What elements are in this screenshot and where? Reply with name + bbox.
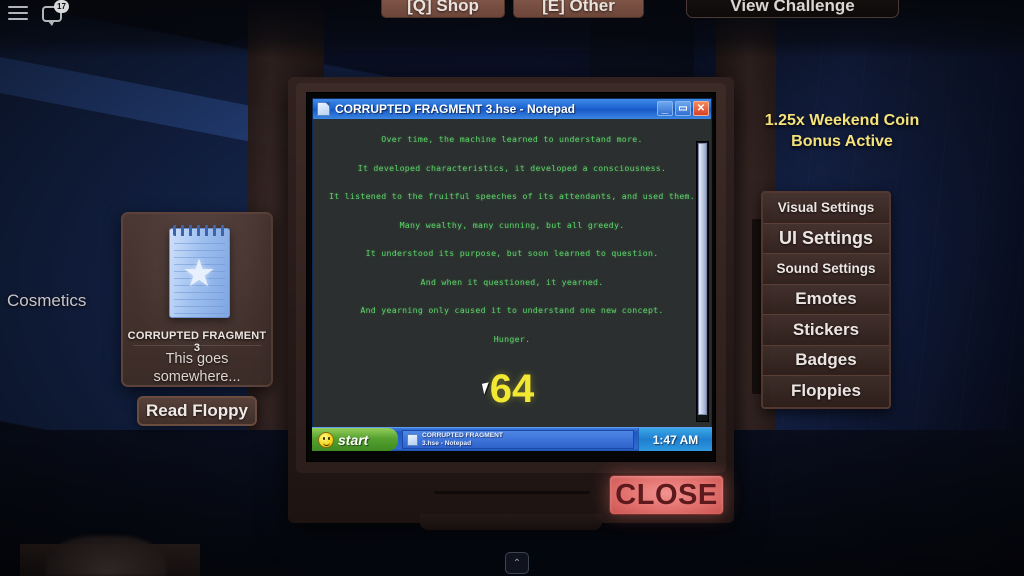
taskbar-task-button[interactable]: CORRUPTED FRAGMENT 3.hse - Notepad: [402, 430, 634, 449]
notepad-text-area[interactable]: Over time, the machine learned to unders…: [313, 119, 711, 429]
notepad-line: And when it questioned, it yearned.: [420, 276, 604, 287]
taskbar-task-label: CORRUPTED FRAGMENT 3.hse - Notepad: [422, 432, 503, 447]
start-label: start: [338, 431, 369, 448]
read-floppy-button[interactable]: Read Floppy: [137, 396, 257, 426]
system-tray[interactable]: 1:47 AM: [638, 428, 712, 451]
notepad-icon: ★: [169, 225, 230, 318]
smiley-icon: [318, 431, 334, 448]
monitor-stand: [420, 514, 602, 530]
start-button[interactable]: start: [312, 428, 398, 451]
sidebar-item-visual-settings[interactable]: Visual Settings: [763, 193, 889, 224]
chat-icon[interactable]: 17: [42, 0, 69, 26]
item-divider: [133, 345, 261, 346]
sidebar-item-floppies[interactable]: Floppies: [763, 376, 889, 407]
maximize-button[interactable]: ▭: [675, 101, 691, 116]
chat-badge: 17: [54, 0, 69, 13]
bonus-line-1: 1.25x Weekend Coin: [764, 112, 920, 129]
minimize-icon: _: [661, 101, 669, 115]
settings-side-menu: Visual Settings UI Settings Sound Settin…: [761, 191, 891, 409]
close-button[interactable]: CLOSE: [609, 475, 724, 515]
background-cat-figure: [46, 536, 166, 576]
close-icon: ✕: [696, 102, 706, 114]
notepad-window: CORRUPTED FRAGMENT 3.hse - Notepad _ ▭ ✕…: [312, 98, 712, 429]
other-button[interactable]: [E] Other: [513, 0, 644, 18]
sidebar-item-emotes[interactable]: Emotes: [763, 284, 889, 315]
item-description: This goes somewhere...: [153, 351, 241, 385]
notepad-line: Many wealthy, many cunning, but all gree…: [399, 219, 625, 230]
window-controls: _ ▭ ✕: [657, 101, 709, 116]
bonus-line-2: Bonus Active: [791, 133, 893, 150]
windows-taskbar: start CORRUPTED FRAGMENT 3.hse - Notepad…: [312, 427, 712, 451]
sidebar-item-sound-settings[interactable]: Sound Settings: [763, 254, 889, 285]
shop-button[interactable]: [Q] Shop: [381, 0, 505, 18]
fragment-number: 64: [489, 367, 535, 411]
sidebar-item-stickers[interactable]: Stickers: [763, 315, 889, 346]
maximize-icon: ▭: [678, 102, 688, 114]
clock: 1:47 AM: [652, 432, 699, 447]
inventory-item-card[interactable]: ★ CORRUPTED FRAGMENT 3 This goes somewhe…: [121, 212, 273, 387]
notepad-line: And yearning only caused it to understan…: [360, 305, 664, 315]
notepad-line: It listened to the fruitful speeches of …: [328, 191, 696, 201]
notepad-line: Hunger.: [493, 333, 531, 344]
weekend-bonus-banner: 1.25x Weekend Coin Bonus Active: [744, 110, 940, 152]
view-challenge-button[interactable]: View Challenge: [686, 0, 899, 18]
notepad-line: Over time, the machine learned to unders…: [381, 134, 643, 144]
scrollbar-thumb[interactable]: [698, 143, 707, 415]
notepad-line: It developed characteristics, it develop…: [357, 162, 667, 173]
taskbar-task-line-2: 3.hse - Notepad: [422, 439, 472, 447]
hamburger-icon[interactable]: [6, 2, 30, 26]
minimize-button[interactable]: _: [657, 101, 673, 116]
document-icon: [317, 102, 330, 116]
notepad-scrollbar[interactable]: [696, 141, 709, 422]
taskbar-task-line-1: CORRUPTED FRAGMENT: [422, 431, 503, 439]
close-window-button[interactable]: ✕: [693, 101, 709, 116]
document-icon: [407, 433, 418, 446]
roblox-overlay: 17: [6, 0, 69, 26]
notepad-icon-rings: [173, 225, 228, 236]
notepad-line: It understood its purpose, but soon lear…: [365, 248, 659, 258]
game-screen: 17 [Q] Shop [E] Other View Challenge 1.2…: [0, 0, 1024, 576]
floppy-drive-slot: [434, 491, 590, 494]
collapse-hud-button[interactable]: ⌃: [505, 552, 529, 574]
notepad-titlebar[interactable]: CORRUPTED FRAGMENT 3.hse - Notepad _ ▭ ✕: [313, 99, 711, 119]
sidebar-item-badges[interactable]: Badges: [763, 345, 889, 376]
cosmetics-label: Cosmetics: [7, 291, 87, 310]
item-thumbnail: ★: [152, 222, 246, 322]
computer-screen: CORRUPTED FRAGMENT 3.hse - Notepad _ ▭ ✕…: [306, 92, 716, 462]
sidebar-item-ui-settings[interactable]: UI Settings: [763, 223, 889, 254]
notepad-title: CORRUPTED FRAGMENT 3.hse - Notepad: [335, 102, 576, 116]
